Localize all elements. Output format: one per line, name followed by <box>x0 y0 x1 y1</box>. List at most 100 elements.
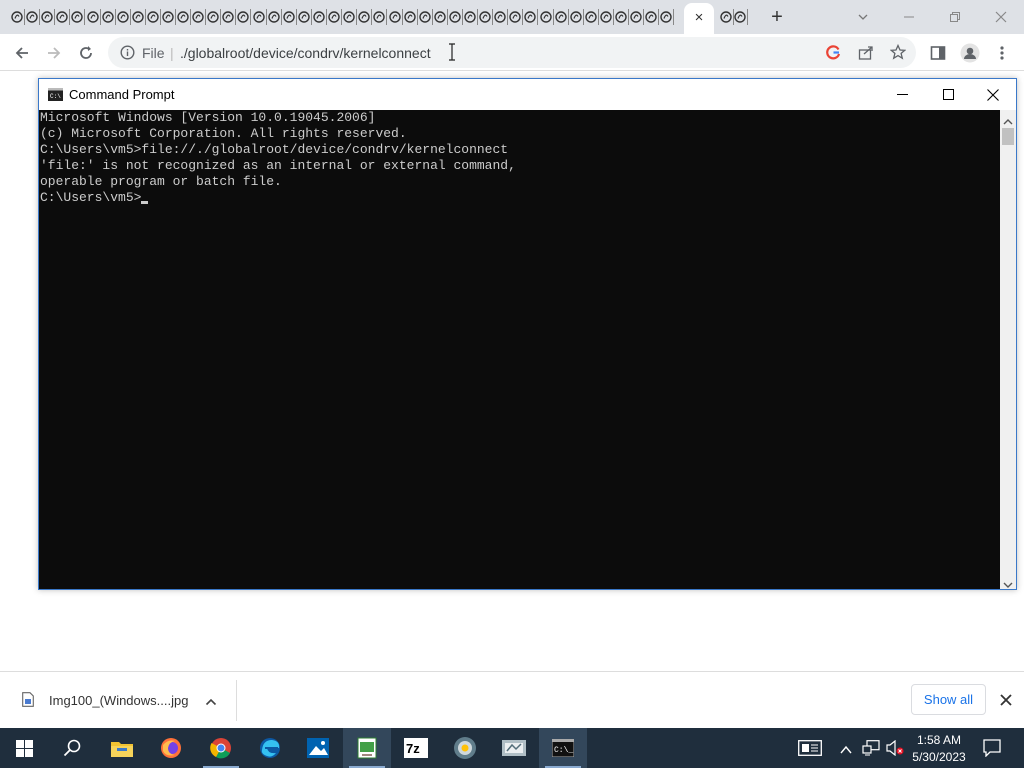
cmd-close-icon[interactable] <box>970 79 1016 110</box>
close-icon[interactable] <box>978 4 1024 30</box>
bookmark-star-icon[interactable] <box>889 43 907 65</box>
browser-tab[interactable] <box>478 8 492 26</box>
console-output[interactable]: Microsoft Windows [Version 10.0.19045.20… <box>39 110 1000 589</box>
tab-search-icon[interactable] <box>840 4 886 30</box>
browser-tab[interactable] <box>539 8 553 26</box>
7zip-icon[interactable]: 7z <box>392 728 440 768</box>
browser-tab[interactable] <box>161 8 175 26</box>
share-icon[interactable] <box>858 45 874 65</box>
browser-tab[interactable] <box>388 8 402 26</box>
browser-tab[interactable] <box>584 8 598 26</box>
browser-tab[interactable] <box>733 8 747 26</box>
browser-tab[interactable] <box>644 8 658 26</box>
browser-tab[interactable] <box>282 8 296 26</box>
clock-time[interactable]: 1:58 AM <box>906 732 972 748</box>
command-prompt-window[interactable]: C:\ Command Prompt Microsoft Windows [Ve… <box>38 78 1017 590</box>
browser-tab[interactable] <box>599 8 613 26</box>
cmd-icon[interactable]: C:\_ <box>539 728 587 768</box>
browser-tab[interactable] <box>10 8 24 26</box>
browser-tab[interactable] <box>252 8 266 26</box>
browser-tab[interactable] <box>40 8 54 26</box>
browser-tab[interactable] <box>191 8 205 26</box>
minimize-icon[interactable] <box>886 4 932 30</box>
browser-tab[interactable] <box>70 8 84 26</box>
console-line: C:\Users\vm5>file://./globalroot/device/… <box>40 142 509 157</box>
tray-chevron-up-icon[interactable] <box>840 742 852 760</box>
url-text[interactable]: ./globalroot/device/condrv/kernelconnect <box>180 45 431 61</box>
favicon-icon <box>720 11 732 23</box>
scroll-down-icon[interactable] <box>1003 576 1013 594</box>
chrome-icon[interactable] <box>197 728 245 768</box>
browser-tab[interactable] <box>176 8 190 26</box>
address-bar[interactable]: File | ./globalroot/device/condrv/kernel… <box>108 37 916 68</box>
browser-tab[interactable] <box>221 8 235 26</box>
browser-tab[interactable] <box>614 8 628 26</box>
download-filename[interactable]: Img100_(Windows....jpg <box>49 693 188 708</box>
browser-tab[interactable] <box>312 8 326 26</box>
network-icon[interactable] <box>862 740 880 761</box>
browser-tab[interactable] <box>372 8 386 26</box>
photos-icon[interactable] <box>294 728 342 768</box>
browser-tab[interactable] <box>267 8 281 26</box>
profile-avatar-icon[interactable] <box>956 39 984 67</box>
new-tab-button[interactable]: + <box>766 5 788 29</box>
favicon-icon <box>494 11 506 23</box>
edge-icon[interactable] <box>246 728 294 768</box>
restore-icon[interactable] <box>932 4 978 30</box>
chevron-up-icon[interactable] <box>205 694 217 712</box>
scroll-thumb[interactable] <box>1002 128 1014 145</box>
google-lens-icon[interactable] <box>826 45 841 65</box>
forward-icon[interactable] <box>40 39 68 67</box>
search-icon[interactable] <box>48 728 96 768</box>
browser-tab[interactable] <box>116 8 130 26</box>
cmd-maximize-icon[interactable] <box>925 79 971 110</box>
app-icon[interactable] <box>490 728 538 768</box>
browser-tab[interactable] <box>493 8 507 26</box>
browser-tab[interactable] <box>433 8 447 26</box>
browser-tab[interactable] <box>236 8 250 26</box>
reload-icon[interactable] <box>72 39 100 67</box>
app-icon[interactable] <box>343 728 391 768</box>
browser-tab[interactable] <box>403 8 417 26</box>
browser-tab[interactable] <box>569 8 583 26</box>
clock-date[interactable]: 5/30/2023 <box>906 749 972 765</box>
firefox-icon[interactable] <box>147 728 195 768</box>
side-panel-icon[interactable] <box>924 39 952 67</box>
back-icon[interactable] <box>8 39 36 67</box>
show-all-button[interactable]: Show all <box>911 684 986 715</box>
notifications-icon[interactable] <box>983 739 1001 762</box>
browser-tab[interactable] <box>146 8 160 26</box>
browser-tab[interactable] <box>25 8 39 26</box>
cmd-minimize-icon[interactable] <box>879 79 925 110</box>
start-icon[interactable] <box>0 728 48 768</box>
browser-tab[interactable] <box>101 8 115 26</box>
browser-tab[interactable] <box>86 8 100 26</box>
browser-tab[interactable] <box>508 8 522 26</box>
favicon-icon <box>630 11 642 23</box>
menu-kebab-icon[interactable] <box>988 39 1016 67</box>
info-icon[interactable] <box>120 45 135 65</box>
browser-tab[interactable] <box>463 8 477 26</box>
browser-tab[interactable] <box>418 8 432 26</box>
browser-tab[interactable] <box>357 8 371 26</box>
browser-tab[interactable] <box>342 8 356 26</box>
browser-tab[interactable] <box>719 8 733 26</box>
browser-tab[interactable] <box>448 8 462 26</box>
browser-tab[interactable] <box>55 8 69 26</box>
news-widget-icon[interactable] <box>798 740 822 761</box>
browser-tab[interactable] <box>523 8 537 26</box>
browser-tab[interactable] <box>206 8 220 26</box>
browser-tab[interactable] <box>327 8 341 26</box>
cmd-title-bar[interactable]: C:\ Command Prompt <box>39 79 1016 110</box>
browser-tab[interactable] <box>554 8 568 26</box>
browser-tab[interactable] <box>629 8 643 26</box>
download-bar-close-icon[interactable] <box>1000 693 1012 711</box>
cmd-scrollbar[interactable] <box>1000 110 1016 589</box>
tab-close-icon[interactable]: × <box>691 8 707 26</box>
file-explorer-icon[interactable] <box>98 728 146 768</box>
browser-tab[interactable] <box>297 8 311 26</box>
browser-tab[interactable] <box>659 8 673 26</box>
volume-muted-icon[interactable] <box>886 739 904 761</box>
app-icon[interactable] <box>441 728 489 768</box>
browser-tab[interactable] <box>131 8 145 26</box>
